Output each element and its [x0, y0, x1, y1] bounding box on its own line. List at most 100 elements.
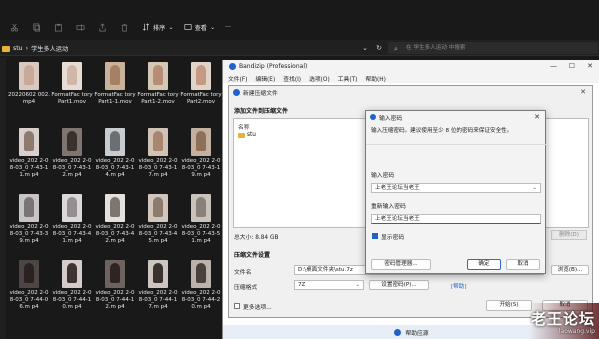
- close-icon[interactable]: ✕: [534, 113, 540, 121]
- sort-label: 排序: [153, 24, 166, 32]
- menu-item[interactable]: 文件(F): [228, 74, 247, 83]
- file-item[interactable]: video_202 2-08-03_0 7-44-17.m p4: [137, 260, 179, 312]
- set-password-button[interactable]: 设置密码(P)...: [369, 280, 429, 290]
- file-item[interactable]: 20220602 002.mp4: [8, 62, 50, 106]
- delete-icon[interactable]: [116, 20, 132, 34]
- view-button[interactable]: 查看 ⌄: [184, 23, 215, 32]
- show-password-label[interactable]: 显示密码: [381, 232, 404, 241]
- more-options-checkbox[interactable]: [234, 303, 240, 309]
- file-name: video_202 2-08-03_0 7-43-42.m p4: [95, 224, 135, 245]
- address-bar[interactable]: stu › 学生多人运动 ⌄ ↻ ⌕ 在 学生多人运动 中搜索: [0, 40, 599, 56]
- menu-item[interactable]: 帮助(H): [365, 74, 385, 83]
- browse-button[interactable]: 浏览(B)...: [551, 265, 589, 275]
- start-button[interactable]: 开始(S): [486, 300, 532, 311]
- menu-item[interactable]: 工具(T): [338, 74, 358, 83]
- reenter-password-input[interactable]: 上老王论坛当老王: [371, 214, 541, 224]
- share-icon[interactable]: [94, 20, 110, 34]
- column-header-name[interactable]: 名称: [238, 122, 250, 131]
- file-item[interactable]: video_202 2-08-03_0 7-43-45.m p4: [137, 194, 179, 246]
- file-item[interactable]: video_202 2-08-03_0 7-43-51.m p4: [180, 194, 222, 246]
- video-thumbnail: [105, 194, 125, 222]
- thumbnail-figure: [153, 263, 163, 283]
- divider: [366, 144, 547, 145]
- file-item[interactable]: video_202 2-08-03_0 7-44-10.m p4: [51, 260, 93, 312]
- password-input[interactable]: 上老王论坛当老王 ⌄: [371, 183, 541, 193]
- file-name: FormatFac toryPart1-1.mov: [94, 92, 136, 106]
- file-item[interactable]: video_202 2-08-03_0 7-43-19.m p4: [180, 128, 222, 180]
- format-label: 压缩格式: [234, 285, 258, 291]
- file-item[interactable]: video_202 2-08-03_0 7-44-12.m p4: [94, 260, 136, 312]
- sort-button[interactable]: 排序 ⌄: [142, 23, 174, 32]
- thumbnail-figure: [24, 65, 34, 85]
- file-item[interactable]: video_202 2-08-03_0 7-43-17.m p4: [137, 128, 179, 180]
- filename-label: 文件名: [234, 270, 252, 276]
- file-item[interactable]: video_202 2-08-03_0 7-44-20.m p4: [180, 260, 222, 312]
- file-item[interactable]: video_202 2-08-03_0 7-44-06.m p4: [8, 260, 50, 312]
- paste-icon[interactable]: [50, 20, 66, 34]
- file-item[interactable]: video_202 2-08-03_0 7-43-11.m p4: [8, 128, 50, 180]
- password-description: 输入压缩密码。建议使用至少 8 位的密码来保证安全性。: [371, 128, 513, 134]
- view-label: 查看: [194, 24, 207, 32]
- thumbnail-figure: [110, 197, 120, 217]
- file-name: video_202 2-08-03_0 7-44-12.m p4: [95, 290, 135, 311]
- cancel-button[interactable]: 取消: [506, 259, 540, 270]
- show-password-checkbox[interactable]: [372, 233, 378, 239]
- list-item[interactable]: stu: [238, 132, 256, 138]
- video-thumbnail: [19, 260, 39, 288]
- enter-password-label: 输入密码: [371, 173, 395, 179]
- format-select[interactable]: 7Z ⌄: [294, 280, 364, 290]
- password-dialog-title: 输入密码: [379, 115, 403, 122]
- more-options-label[interactable]: 更多选项...: [243, 302, 272, 311]
- maximize-icon[interactable]: ☐: [569, 62, 575, 70]
- file-name: video_202 2-08-03_0 7-43-19.m p4: [181, 158, 221, 179]
- chevron-down-icon[interactable]: ⌄: [360, 43, 370, 53]
- minimize-icon[interactable]: —: [550, 62, 557, 70]
- search-input[interactable]: ⌕ 在 学生多人运动 中搜索: [388, 42, 598, 54]
- file-item[interactable]: video_202 2-08-03_0 7-43-42.m p4: [94, 194, 136, 246]
- delete-button[interactable]: 删除(D): [551, 230, 587, 240]
- video-thumbnail: [62, 128, 82, 156]
- breadcrumb-separator: ›: [25, 45, 29, 52]
- breadcrumb-root[interactable]: stu: [13, 45, 23, 52]
- total-size-label: 总大小:: [234, 235, 254, 241]
- watermark: 老王论坛 laowang.vip: [531, 308, 595, 335]
- refresh-icon[interactable]: ↻: [374, 43, 384, 53]
- file-item[interactable]: FormatFac toryPart1-2.mov: [137, 62, 179, 106]
- file-item[interactable]: video_202 2-08-03_0 7-43-39.m p4: [8, 194, 50, 246]
- file-item[interactable]: video_202 2-08-03_0 7-43-41.m p4: [51, 194, 93, 246]
- file-item[interactable]: FormatFac toryPart2.mov: [180, 62, 222, 106]
- thumbnail-figure: [196, 65, 206, 85]
- video-thumbnail: [191, 128, 211, 156]
- search-placeholder: 在 学生多人运动 中搜索: [406, 45, 466, 51]
- menu-item[interactable]: 选项(O): [309, 74, 330, 83]
- file-name: FormatFac toryPart1-2.mov: [137, 92, 179, 106]
- rename-icon[interactable]: [72, 20, 88, 34]
- thumbnail-figure: [153, 131, 163, 151]
- watermark-url: laowang.vip: [558, 328, 595, 335]
- thumbnail-figure: [24, 263, 34, 283]
- video-thumbnail: [105, 128, 125, 156]
- help-center-label: 帮助应源: [405, 330, 429, 337]
- create-dialog-titlebar: 新建压缩文件 ✕: [229, 86, 592, 98]
- close-icon[interactable]: ✕: [580, 88, 586, 96]
- ok-button[interactable]: 确定: [467, 259, 501, 270]
- password-manager-button[interactable]: 密码管理器...: [371, 259, 431, 270]
- video-thumbnail: [62, 62, 82, 90]
- file-item[interactable]: video_202 2-08-03_0 7-43-14.m p4: [94, 128, 136, 180]
- copy-icon[interactable]: [28, 20, 44, 34]
- thumbnail-figure: [196, 131, 206, 151]
- close-icon[interactable]: ✕: [587, 62, 593, 70]
- chevron-down-icon[interactable]: ⌄: [532, 184, 537, 192]
- file-item[interactable]: FormatFac toryPart1.mov: [51, 62, 93, 106]
- more-button[interactable]: ···: [225, 24, 231, 31]
- add-files-heading: 添加文件到压缩文件: [234, 108, 289, 115]
- menu-item[interactable]: 查找(I): [283, 74, 301, 83]
- menu-item[interactable]: 编辑(E): [255, 74, 275, 83]
- help-link[interactable]: [帮助]: [451, 282, 467, 290]
- thumbnail-figure: [67, 197, 77, 217]
- cut-icon[interactable]: [6, 20, 22, 34]
- file-item[interactable]: FormatFac toryPart1-1.mov: [94, 62, 136, 106]
- file-item[interactable]: video_202 2-08-03_0 7-43-12.m p4: [51, 128, 93, 180]
- video-thumbnail: [148, 260, 168, 288]
- breadcrumb-current[interactable]: 学生多人运动: [31, 44, 68, 53]
